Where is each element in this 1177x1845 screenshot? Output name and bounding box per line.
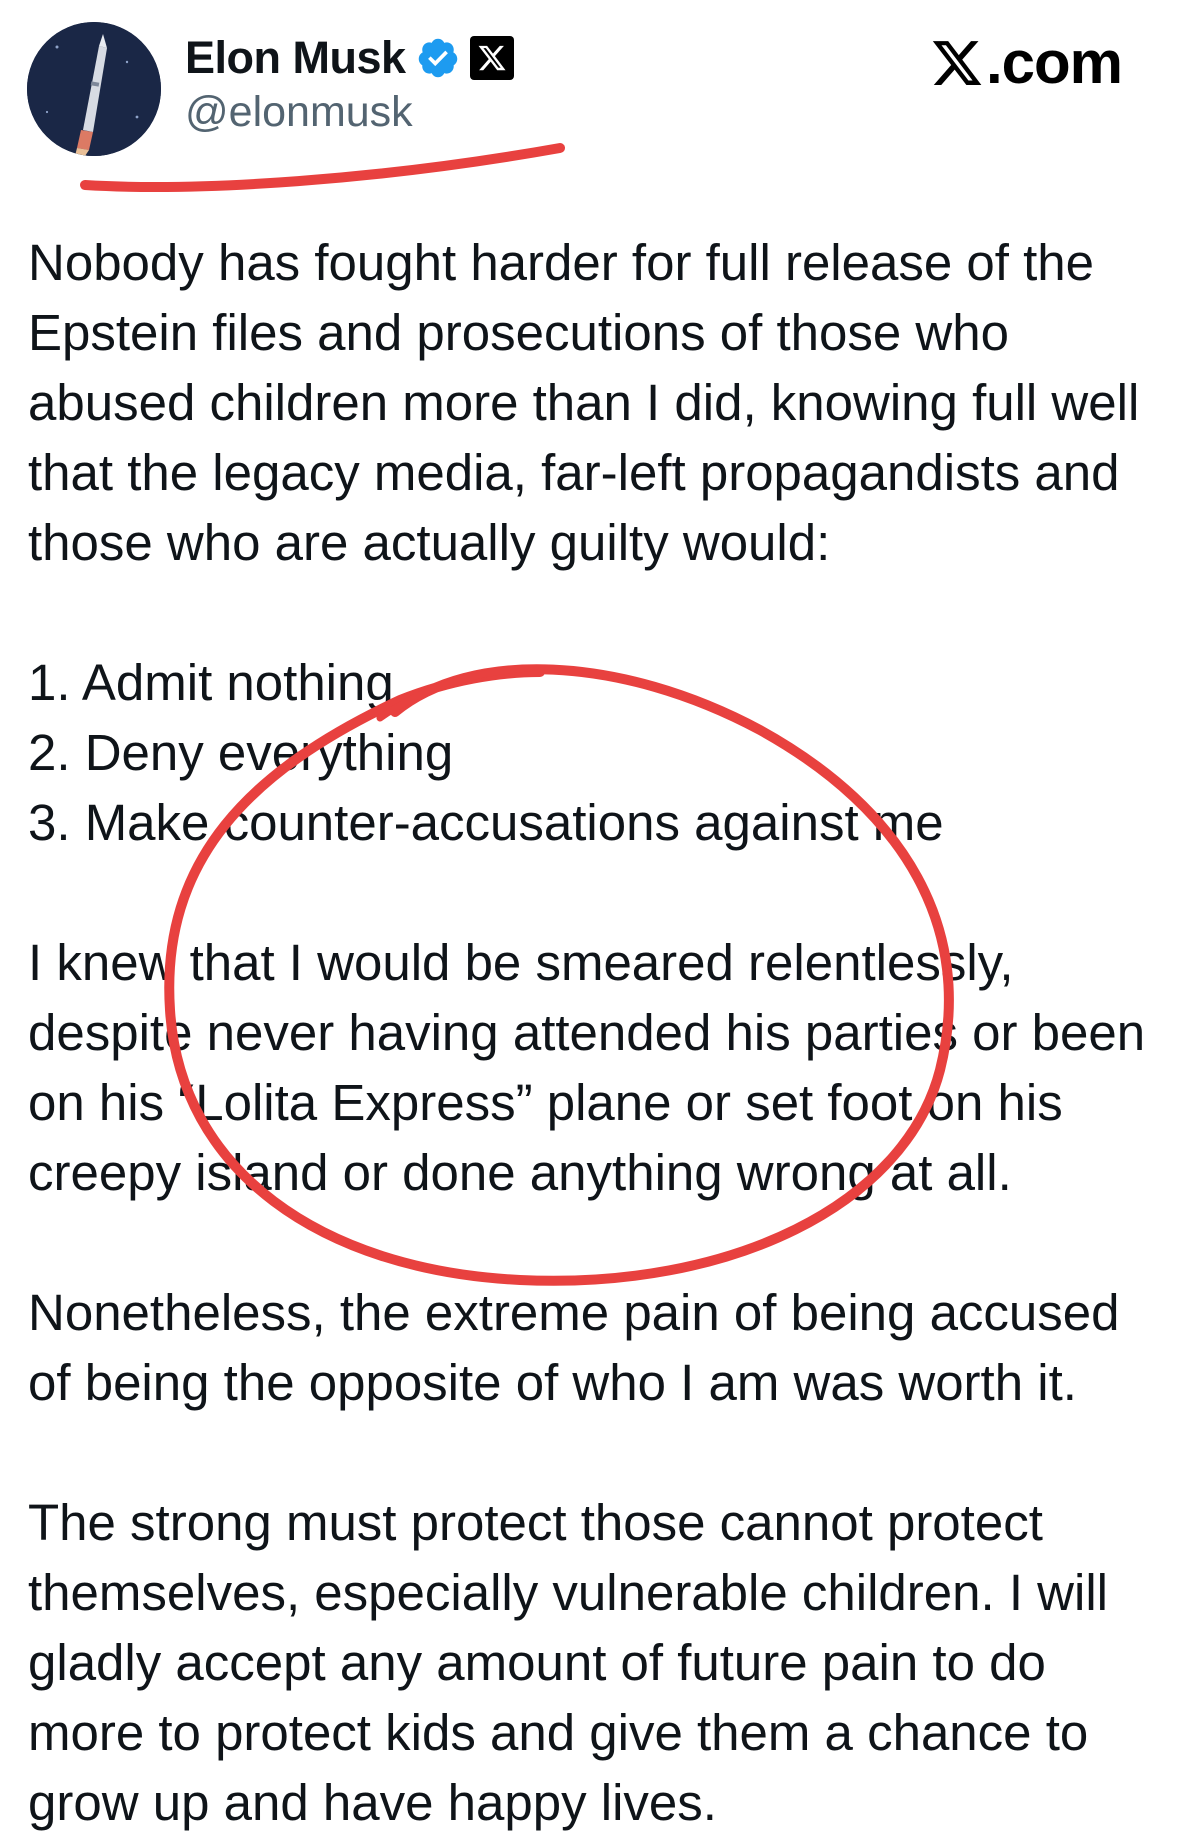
tweet-paragraph: The strong must protect those cannot pro… bbox=[28, 1494, 1108, 1831]
tweet-paragraph: Nobody has fought harder for full releas… bbox=[28, 234, 1140, 571]
author-handle[interactable]: @elonmusk bbox=[185, 88, 413, 137]
site-label-text: .com bbox=[985, 29, 1123, 96]
avatar[interactable] bbox=[27, 22, 161, 156]
x-logo-icon bbox=[932, 40, 982, 85]
list-item: 3. Make counter-accusations against me bbox=[28, 794, 944, 851]
list-item: 1. Admit nothing bbox=[28, 654, 394, 711]
tweet-header: Elon Musk @elonmusk .com bbox=[0, 0, 1177, 200]
tweet-paragraph: Nonetheless, the extreme pain of being a… bbox=[28, 1284, 1120, 1411]
x-affiliation-icon bbox=[469, 36, 514, 80]
verified-badge-icon bbox=[416, 36, 460, 80]
tweet-paragraph: I knew that I would be smeared relentles… bbox=[28, 934, 1146, 1201]
list-item: 2. Deny everything bbox=[28, 724, 454, 781]
rocket-avatar-icon bbox=[27, 22, 161, 156]
author-name-row: Elon Musk bbox=[185, 32, 514, 84]
tweet-text: Nobody has fought harder for full releas… bbox=[28, 228, 1158, 1838]
author-display-name[interactable]: Elon Musk bbox=[185, 32, 406, 84]
site-label: .com bbox=[930, 28, 1123, 97]
